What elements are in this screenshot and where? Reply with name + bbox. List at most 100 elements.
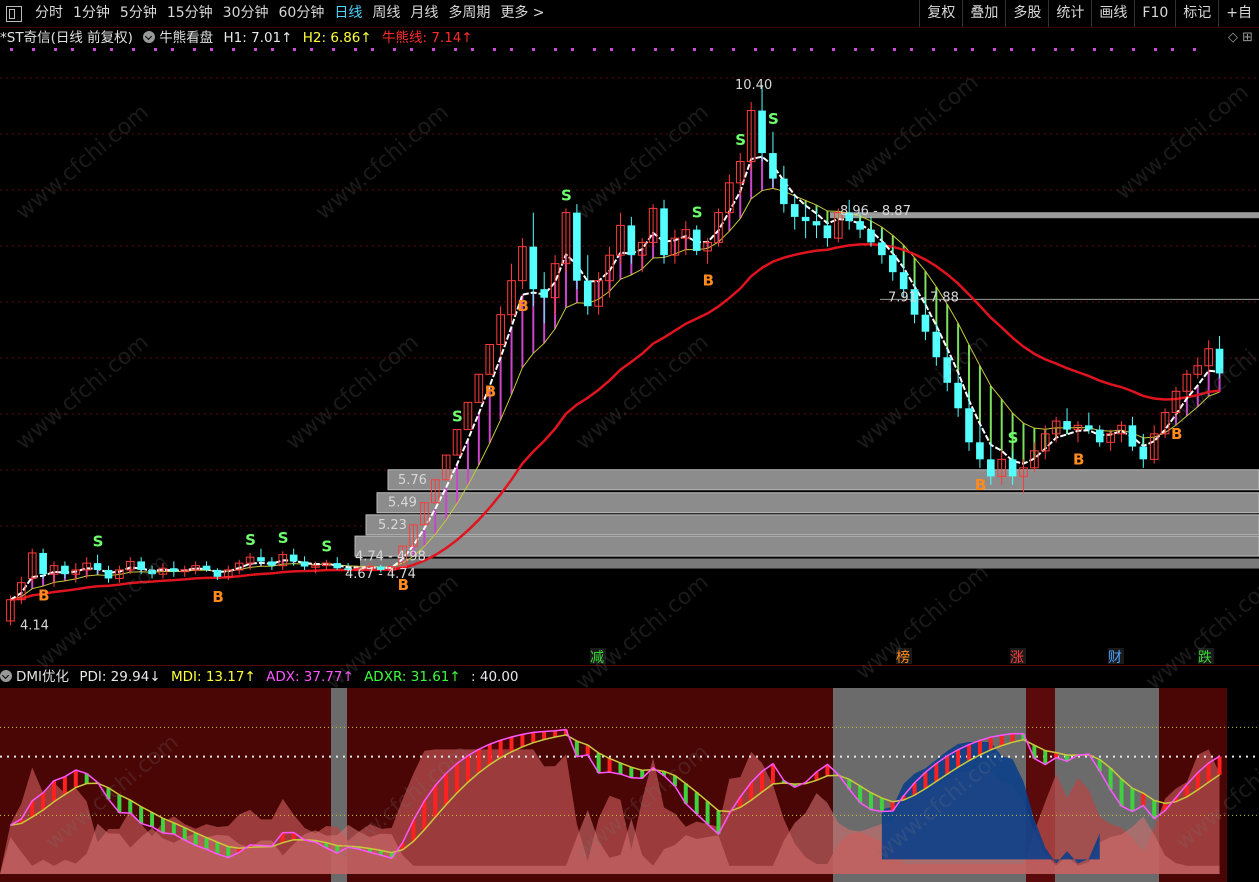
buy-signal: B (517, 297, 528, 315)
candle-body (170, 568, 178, 572)
signal-dot (232, 48, 235, 51)
signal-dot (293, 48, 296, 51)
collapse-icon[interactable] (143, 31, 156, 43)
candle-body (878, 242, 886, 256)
signal-dot (1193, 48, 1196, 51)
collapse-icon[interactable] (0, 670, 12, 682)
bottom-tag: 财 (1108, 650, 1122, 666)
resistance-band (387, 469, 1259, 491)
main-chart[interactable]: 10.40 8.96 - 8.87 7.91 - 7.88 5.76 5.49 5.23 4… (0, 48, 1259, 666)
tab-7[interactable]: 周线 (367, 0, 405, 27)
signal-dot (832, 48, 835, 51)
signal-dot (1171, 48, 1174, 51)
tab-4[interactable]: 30分钟 (218, 0, 274, 27)
tool-button-1[interactable]: 叠加 (962, 0, 1005, 27)
signal-dot (493, 48, 496, 51)
pdi-value: PDI: 29.94↓ (79, 669, 161, 685)
signal-dot (54, 48, 57, 51)
tab-1[interactable]: 1分钟 (68, 0, 115, 27)
candle-body (257, 557, 265, 562)
candle-body (627, 225, 636, 256)
price-label: 8.96 - 8.87 (840, 204, 911, 219)
sell-signal: S (1008, 429, 1019, 447)
signal-dot (371, 48, 374, 51)
signal-dot (432, 48, 435, 51)
sell-signal: S (735, 131, 746, 149)
dmi-chart[interactable] (0, 688, 1259, 882)
signal-dot (310, 48, 313, 51)
chart-info-header: *ST奇信(日线 前复权) 牛熊看盘 H1: 7.01↑ H2: 6.86↑ 牛… (0, 28, 1259, 48)
dmi-toggle[interactable]: DMI优化 (0, 669, 69, 685)
candle-body (976, 442, 984, 460)
price-label: 4.74 - 4.98 (355, 549, 426, 564)
signal-dot (854, 48, 857, 51)
signal-dot (810, 48, 813, 51)
tab-8[interactable]: 月线 (405, 0, 443, 27)
tool-button-7[interactable]: +自 (1218, 0, 1259, 27)
candle-body (769, 153, 777, 179)
price-label: 5.76 (398, 473, 427, 488)
signal-dot (610, 48, 613, 51)
tool-button-4[interactable]: 画线 (1091, 0, 1134, 27)
buy-signal: B (38, 586, 49, 604)
tab-6[interactable]: 日线 (329, 0, 367, 27)
indicator-toggle[interactable]: 牛熊看盘 (143, 30, 213, 46)
buy-signal: B (975, 476, 986, 494)
tab-0[interactable]: 分时 (30, 0, 68, 27)
indicator-name: 牛熊看盘 (159, 30, 214, 46)
signal-dot (271, 48, 274, 51)
tool-button-0[interactable]: 复权 (919, 0, 962, 27)
tool-button-3[interactable]: 统计 (1048, 0, 1091, 27)
resistance-band (354, 535, 1259, 557)
sell-signal: S (561, 186, 572, 204)
tool-button-2[interactable]: 多股 (1005, 0, 1048, 27)
bottom-tag: 涨 (1010, 650, 1024, 666)
signal-dot (1132, 48, 1135, 51)
toolbar-right: 复权 叠加 多股 统计 画线 F10 标记 +自 (919, 0, 1259, 27)
tab-5[interactable]: 60分钟 (274, 0, 330, 27)
adxr-value: ADXR: 31.61↑ (364, 669, 461, 685)
candle-body (333, 563, 342, 569)
signal-dot (1054, 48, 1057, 51)
signal-dot (110, 48, 113, 51)
tool-button-6[interactable]: 标记 (1175, 0, 1218, 27)
chart-options-icons[interactable]: ◇ ⊞ (1228, 30, 1253, 45)
candle-body (529, 246, 538, 290)
candle-body (61, 565, 69, 575)
signal-dot (954, 48, 957, 51)
tab-9[interactable]: 多周期 (443, 0, 495, 27)
candle-body (1095, 429, 1104, 443)
dmi-header: DMI优化 PDI: 29.94↓ MDI: 13.17↑ ADX: 37.77… (0, 667, 1259, 687)
tool-button-5[interactable]: F10 (1134, 0, 1175, 27)
signal-dot (154, 48, 157, 51)
candle-body (148, 569, 156, 575)
candle-body (202, 565, 211, 570)
signal-dot (693, 48, 696, 51)
candle-body (812, 221, 821, 226)
signal-dot (10, 48, 13, 51)
tab-2[interactable]: 5分钟 (115, 0, 162, 27)
window-menu-icon[interactable] (6, 5, 22, 22)
signal-dot (454, 48, 457, 51)
candle-body (692, 229, 701, 251)
tab-3[interactable]: 15分钟 (162, 0, 218, 27)
candle-body (1215, 348, 1224, 374)
mdi-value: MDI: 13.17↑ (170, 669, 256, 685)
h2-value: H2: 6.86↑ (302, 30, 372, 46)
buy-signal: B (398, 576, 409, 594)
signal-dot (754, 48, 757, 51)
tab-10[interactable]: 更多 > (495, 0, 549, 27)
candle-body (780, 178, 788, 205)
sell-signal: S (93, 533, 104, 551)
candle-body (104, 569, 113, 579)
sell-signal: S (692, 203, 703, 221)
candle-body (823, 225, 832, 239)
signal-dot (793, 48, 796, 51)
candle-body (300, 561, 309, 567)
signal-dot (932, 48, 935, 51)
candle-body (660, 208, 668, 256)
candle-body (867, 229, 875, 243)
buy-signal: B (485, 382, 496, 400)
candle-body (1128, 425, 1137, 447)
signal-dot (354, 48, 357, 51)
